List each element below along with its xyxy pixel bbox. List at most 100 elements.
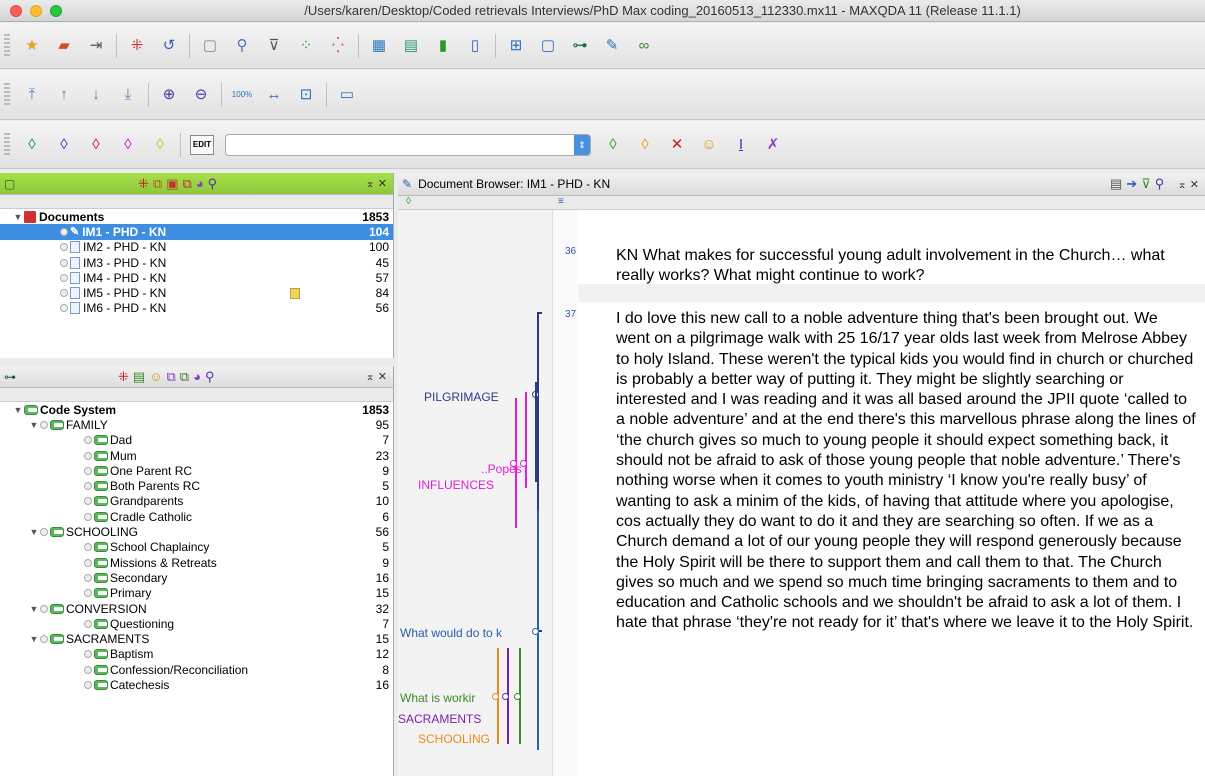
code-set-icon[interactable]: ▤ [133, 369, 145, 385]
code-link-icon[interactable]: ∞ [633, 35, 655, 57]
collapse-icon[interactable]: ▼ [12, 405, 24, 415]
activate-icon[interactable]: ↺ [158, 35, 180, 57]
code-label-what-would[interactable]: What would do to k [400, 626, 502, 640]
color-wheel-icon[interactable]: ◕ [196, 176, 204, 192]
code-combo-select[interactable]: ⇕ [225, 133, 591, 156]
toolbar-grip[interactable] [4, 33, 10, 58]
zoom-out-icon[interactable]: ⊖ [190, 84, 212, 106]
new-code-icon[interactable]: ⧉ [166, 369, 175, 385]
new-set-icon[interactable]: ⧉ [183, 176, 192, 192]
matrix-icon[interactable]: ⁜ [118, 369, 129, 385]
code-row[interactable]: Secondary 16 [0, 570, 393, 585]
uncode-icon[interactable]: ✕ [666, 134, 688, 156]
combo-dropdown-icon[interactable]: ⇕ [574, 134, 590, 155]
panel-close-controls[interactable]: ⌅ ✕ [366, 370, 388, 383]
code-row[interactable]: One Parent RC 9 [0, 463, 393, 478]
edit-mode-button[interactable]: EDIT [190, 134, 214, 155]
document-row[interactable]: IM4 - PHD - KN 57 [0, 270, 393, 285]
zoom-100-icon[interactable]: 100% [231, 84, 253, 106]
collapse-icon[interactable]: ▼ [28, 420, 40, 430]
code-red-icon[interactable]: ◊ [85, 134, 107, 156]
zoom-in-icon[interactable]: ⊕ [158, 84, 180, 106]
copy-icon[interactable]: ⧉ [153, 176, 162, 192]
code-label-influences[interactable]: INFLUENCES [418, 478, 494, 492]
underline-icon[interactable]: I [730, 134, 752, 156]
code-row[interactable]: Catechesis 16 [0, 677, 393, 692]
code-label-sacraments[interactable]: SACRAMENTS [398, 712, 481, 726]
coding-stripe-pilgrimage-inner[interactable] [535, 382, 537, 482]
go-last-icon[interactable]: ⤓ [117, 84, 139, 106]
relations-icon[interactable]: ⁘ [295, 35, 317, 57]
bar-chart-icon[interactable]: ▮ [432, 35, 454, 57]
code-row[interactable]: Baptism 12 [0, 647, 393, 662]
code-label-schooling[interactable]: SCHOOLING [418, 732, 490, 746]
strike-code-icon[interactable]: ✗ [762, 134, 784, 156]
search-icon[interactable]: ⚲ [205, 369, 215, 385]
color-wheel-icon[interactable]: ◕ [193, 369, 201, 385]
search-icon[interactable]: ⚲ [208, 176, 218, 192]
memo-note-icon[interactable] [290, 287, 300, 299]
print-icon[interactable]: ▣ [166, 176, 178, 192]
filter-icon[interactable]: ⊽ [263, 35, 285, 57]
document-window-icon[interactable]: ▢ [537, 35, 559, 57]
collapse-icon[interactable]: ▼ [12, 212, 24, 222]
code-highlight-icon[interactable]: ◊ [634, 134, 656, 156]
paragraph-text[interactable]: KN What makes for successful young adult… [616, 246, 1196, 287]
collapse-icon[interactable]: ▼ [28, 604, 40, 614]
code-green-icon[interactable]: ◊ [21, 134, 43, 156]
coding-stripe-influences[interactable] [525, 392, 527, 488]
search-icon[interactable]: ⚲ [231, 35, 253, 57]
emoticon-icon[interactable]: ☺ [149, 369, 162, 385]
stats-icon[interactable]: ▯ [464, 35, 486, 57]
code-root-row[interactable]: ▼ Code System 1853 [0, 402, 393, 417]
documents-root-row[interactable]: ▼ Documents 1853 [0, 209, 393, 224]
code-matrix-icon[interactable]: ⁜ [126, 35, 148, 57]
matrix-icon[interactable]: ⁜ [138, 176, 149, 192]
code-row[interactable]: Cradle Catholic 6 [0, 509, 393, 524]
document-row[interactable]: IM5 - PHD - KN 84 [0, 285, 393, 300]
print-icon[interactable]: ▤ [1110, 176, 1122, 192]
code-row[interactable]: Primary 15 [0, 586, 393, 601]
code-row[interactable]: Dad 7 [0, 433, 393, 448]
code-yellow-icon[interactable]: ◊ [149, 134, 171, 156]
code-row[interactable]: Mum 23 [0, 448, 393, 463]
code-row[interactable]: ▼ SACRAMENTS 15 [0, 631, 393, 646]
table-icon[interactable]: ▦ [368, 35, 390, 57]
panel-close-controls[interactable]: ⌅ ✕ [1178, 178, 1200, 191]
new-project-icon[interactable]: ★ [21, 35, 43, 57]
colored-squares-icon[interactable]: ⁛ [327, 35, 349, 57]
code-row[interactable]: Confession/Reconciliation 8 [0, 662, 393, 677]
overview-icon[interactable]: ▢ [199, 35, 221, 57]
code-diamond-icon[interactable]: ◊ [602, 134, 624, 156]
code-blue-icon[interactable]: ◊ [53, 134, 75, 156]
code-row[interactable]: ▼ CONVERSION 32 [0, 601, 393, 616]
collapse-icon[interactable]: ▼ [28, 634, 40, 644]
panel-close-controls[interactable]: ⌅ ✕ [366, 177, 388, 190]
filter-icon[interactable]: ⊽ [1141, 176, 1151, 192]
arrow-down-icon[interactable]: ↓ [85, 84, 107, 106]
document-row[interactable]: IM3 - PHD - KN 45 [0, 255, 393, 270]
paragraph-text[interactable]: I do love this new call to a noble adven… [616, 309, 1196, 634]
code-row[interactable]: Grandparents 10 [0, 494, 393, 509]
search-icon[interactable]: ⚲ [1155, 176, 1165, 192]
memo-edit-icon[interactable]: ✎ [601, 35, 623, 57]
collapse-icon[interactable]: ▼ [28, 527, 40, 537]
code-label-what-is[interactable]: What is workir [400, 691, 475, 705]
code-row[interactable]: ▼ FAMILY 95 [0, 417, 393, 432]
bookmark-icon[interactable]: ▭ [336, 84, 358, 106]
document-row[interactable]: ✎ IM1 - PHD - KN 104 [0, 224, 393, 240]
export-icon[interactable]: ➔ [1126, 176, 1137, 192]
chart-table-icon[interactable]: ▤ [400, 35, 422, 57]
code-row[interactable]: School Chaplaincy 5 [0, 540, 393, 555]
go-first-icon[interactable]: ⤒ [21, 84, 43, 106]
toolbar-grip[interactable] [4, 82, 10, 107]
code-label-pilgrimage[interactable]: PILGRIMAGE [424, 390, 499, 404]
document-row[interactable]: IM2 - PHD - KN 100 [0, 240, 393, 255]
arrow-up-icon[interactable]: ↑ [53, 84, 75, 106]
document-row[interactable]: IM6 - PHD - KN 56 [0, 301, 393, 316]
code-row[interactable]: Both Parents RC 5 [0, 478, 393, 493]
code-row[interactable]: Missions & Retreats 9 [0, 555, 393, 570]
close-project-icon[interactable]: ⇥ [85, 35, 107, 57]
open-project-icon[interactable]: ▰ [53, 35, 75, 57]
fit-width-icon[interactable]: ↔ [263, 84, 285, 106]
